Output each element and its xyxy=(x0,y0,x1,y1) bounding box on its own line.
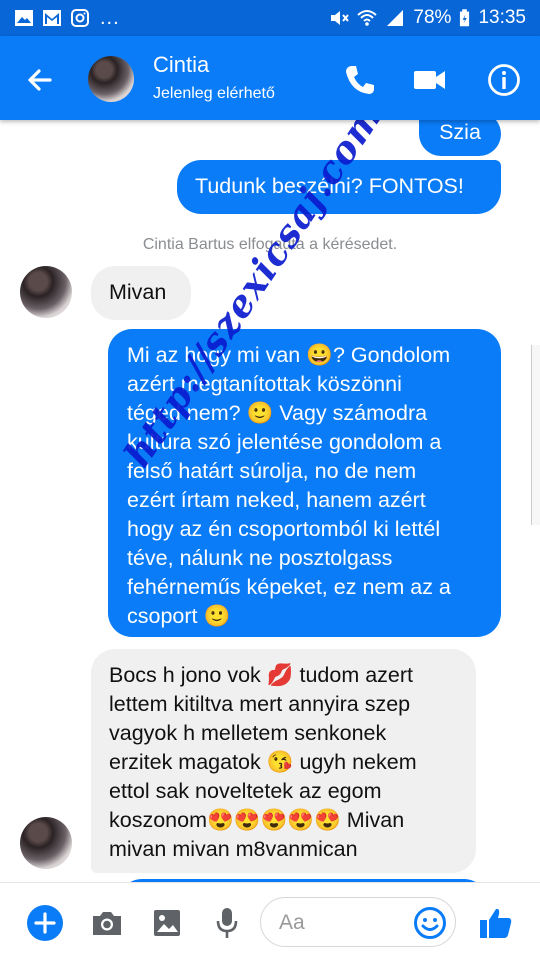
message-line: felső határt súrolja, no de nem xyxy=(127,459,417,483)
contact-status: Jelenleg elérhető xyxy=(153,85,275,102)
message-line: ettol sak noveltetek az egom xyxy=(109,779,382,803)
scroll-edge[interactable] xyxy=(531,345,540,525)
wifi-icon xyxy=(357,10,378,26)
message-outgoing[interactable]: Szia xyxy=(419,120,501,156)
more-notifications: ... xyxy=(100,6,120,29)
gallery-icon xyxy=(154,910,180,936)
call-button[interactable] xyxy=(340,60,380,100)
signal-icon xyxy=(387,10,404,26)
camera-icon xyxy=(93,912,121,935)
status-notifications: ... xyxy=(14,7,120,30)
contact-avatar[interactable] xyxy=(88,56,134,102)
video-camera-icon xyxy=(414,71,445,89)
message-list[interactable]: Szia Tudunk beszélni? FONTOS! Cintia Bar… xyxy=(0,120,540,882)
message-line: fehérneműs képeket, ez nem az a xyxy=(127,575,451,599)
message-line: vagyok h melletem senkonek xyxy=(109,721,387,745)
status-bar: ... 78% 13:35 xyxy=(0,0,540,36)
message-input[interactable] xyxy=(277,906,411,940)
info-button[interactable] xyxy=(484,60,524,100)
message-line: téve, nálunk ne posztolgass xyxy=(127,546,393,570)
contact-name[interactable]: Cintia xyxy=(153,52,209,78)
conversation-header: Cintia Jelenleg elérhető xyxy=(0,36,540,120)
instagram-icon xyxy=(71,9,89,27)
microphone-icon xyxy=(216,908,238,938)
message-line: ezért írtam neked, hanem azért xyxy=(127,488,426,512)
thumbs-up-icon xyxy=(480,908,512,938)
plus-icon xyxy=(27,905,63,941)
clock: 13:35 xyxy=(478,7,526,28)
like-button[interactable] xyxy=(476,903,516,943)
sender-avatar[interactable] xyxy=(20,266,72,318)
sender-avatar[interactable] xyxy=(20,817,72,869)
message-line: kultúra szó jelentése gondolom a xyxy=(127,430,442,454)
emoji-icon xyxy=(414,907,446,939)
video-call-button[interactable] xyxy=(410,60,450,100)
message-line: hogy az én csoportomból ki lettél xyxy=(127,517,441,541)
message-line: erzitek magatok 😘 ugyh nekem xyxy=(109,750,417,774)
more-actions-button[interactable] xyxy=(25,903,65,943)
message-incoming[interactable]: Bocs h jono vok 💋 tudom azert lettem kit… xyxy=(91,649,476,873)
message-line: lettem kitiltva mert annyira szep xyxy=(109,692,411,716)
message-line: csoport 🙂 xyxy=(127,604,231,628)
emoji-button[interactable] xyxy=(411,904,449,942)
voice-clip-button[interactable] xyxy=(207,903,247,943)
message-line: mivan mivan m8vanmican xyxy=(109,837,358,861)
phone-icon xyxy=(346,66,374,94)
status-system: 78% 13:35 xyxy=(329,7,526,29)
back-button[interactable] xyxy=(20,60,60,100)
back-arrow-icon xyxy=(28,69,52,91)
camera-button[interactable] xyxy=(87,903,127,943)
message-input-box[interactable] xyxy=(260,897,456,947)
message-line: koszonom😍😍😍😍😍 Mivan xyxy=(109,808,405,832)
image-icon xyxy=(15,10,33,26)
gmail-icon xyxy=(43,10,61,26)
composer-bar xyxy=(0,882,540,961)
info-icon xyxy=(488,64,520,96)
message-incoming[interactable]: Mivan xyxy=(91,266,191,320)
battery-percentage: 78% xyxy=(413,7,452,28)
battery-icon xyxy=(460,9,470,27)
message-line: Bocs h jono vok 💋 tudom azert xyxy=(109,663,414,687)
mute-icon xyxy=(331,11,350,25)
gallery-button[interactable] xyxy=(147,903,187,943)
